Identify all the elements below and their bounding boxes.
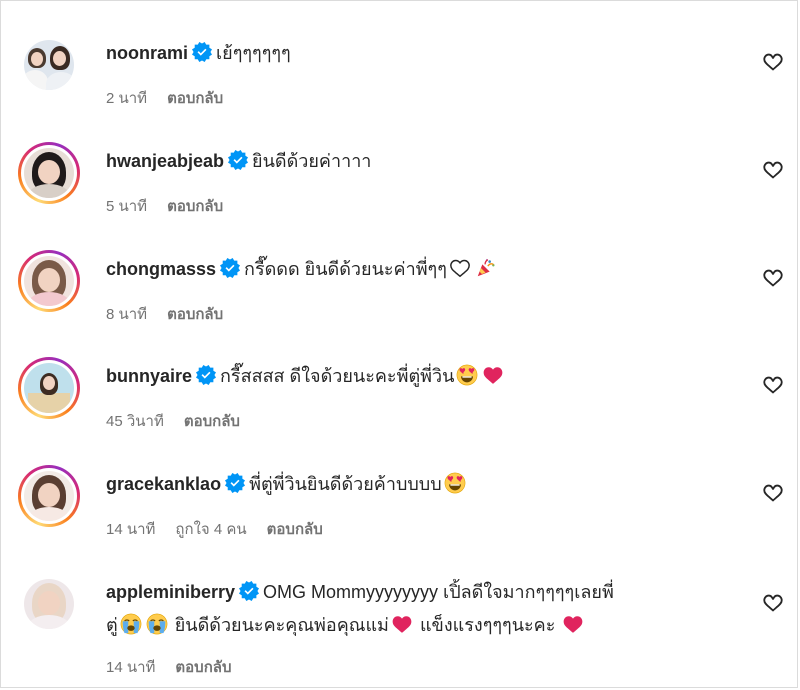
reply-button[interactable]: ตอบกลับ <box>175 659 231 676</box>
red-heart-icon <box>482 364 504 386</box>
comment-time[interactable]: 8 นาที <box>106 306 147 323</box>
avatar[interactable] <box>18 142 80 204</box>
avatar-image <box>24 579 74 629</box>
comment-text: แข็งแรงๆๆๆนะคะ <box>419 615 556 635</box>
avatar[interactable] <box>18 250 80 312</box>
comment-time[interactable]: 14 นาที <box>106 521 155 538</box>
username[interactable]: bunnyaire <box>106 366 192 386</box>
username[interactable]: chongmasss <box>106 259 216 279</box>
reply-button[interactable]: ตอบกลับ <box>167 198 223 215</box>
comment-meta: 45 วินาที ตอบกลับ <box>106 409 260 433</box>
heart-eyes-icon <box>444 472 466 494</box>
comment-time[interactable]: 2 นาที <box>106 90 147 107</box>
red-heart-icon <box>391 613 413 635</box>
username[interactable]: hwanjeabjeab <box>106 151 224 171</box>
comment-text-line: ตู่ ยินดีด้วยนะคะคุณพ่อคุณแม่ แข็งแรงๆๆๆ… <box>106 611 746 639</box>
avatar[interactable] <box>18 34 80 96</box>
comment-text: กรี๊ดดด ยินดีด้วยนะค่าพี่ๆๆ <box>244 259 447 279</box>
avatar-image <box>24 256 74 306</box>
verified-badge-icon <box>228 150 248 170</box>
comment-time[interactable]: 5 นาที <box>106 198 147 215</box>
verified-badge-icon <box>220 258 240 278</box>
comment-text: ตู่ <box>106 615 118 635</box>
crying-face-icon <box>146 613 168 635</box>
like-heart-icon[interactable] <box>762 592 784 614</box>
like-heart-icon[interactable] <box>762 482 784 504</box>
avatar-image <box>24 471 74 521</box>
username[interactable]: appleminiberry <box>106 582 235 602</box>
reply-button[interactable]: ตอบกลับ <box>167 306 223 323</box>
crying-face-icon <box>120 613 142 635</box>
comment-text: พี่ตู่พี่วินยินดีด้วยค้าบบบบ <box>249 474 442 494</box>
verified-badge-icon <box>225 473 245 493</box>
avatar-image <box>24 363 74 413</box>
red-heart-icon <box>562 613 584 635</box>
like-count[interactable]: ถูกใจ 4 คน <box>175 521 246 538</box>
comment-meta: 14 นาที ตอบกลับ <box>106 655 252 679</box>
like-heart-icon[interactable] <box>762 267 784 289</box>
reply-button[interactable]: ตอบกลับ <box>267 521 323 538</box>
avatar[interactable] <box>18 573 80 635</box>
comment-meta: 5 นาที ตอบกลับ <box>106 194 243 218</box>
comment-meta: 8 นาที ตอบกลับ <box>106 302 243 326</box>
heart-eyes-icon <box>456 364 478 386</box>
reply-button[interactable]: ตอบกลับ <box>167 90 223 107</box>
username[interactable]: gracekanklao <box>106 474 221 494</box>
like-heart-icon[interactable] <box>762 159 784 181</box>
comment-text-line: appleminiberry OMG Mommyyyyyyyy เปิ้ลดีใจ… <box>106 578 746 606</box>
comment-text: OMG Mommyyyyyyyy เปิ้ลดีใจมากๆๆๆๆเลยพี่ <box>263 582 614 602</box>
comment-text-line: chongmasss กรี๊ดดด ยินดีด้วยนะค่าพี่ๆๆ <box>106 255 746 283</box>
comment-text-line: noonrami เย้ๆๆๆๆๆๆ <box>106 39 746 67</box>
comment-text: เย้ๆๆๆๆๆๆ <box>216 43 291 63</box>
comment-text-line: bunnyaire กรี๊สสสส ดีใจด้วยนะคะพี่ตู่พี่ว… <box>106 362 746 390</box>
comment-text: ยินดีด้วยนะคะคุณพ่อคุณแม่ <box>174 615 389 635</box>
reply-button[interactable]: ตอบกลับ <box>184 413 240 430</box>
comment-time[interactable]: 45 วินาที <box>106 413 164 430</box>
verified-badge-icon <box>192 42 212 62</box>
avatar-image <box>24 40 74 90</box>
avatar[interactable] <box>18 357 80 419</box>
comment-text-line: hwanjeabjeab ยินดีด้วยค่าาาา <box>106 147 746 175</box>
comment-text-line: gracekanklao พี่ตู่พี่วินยินดีด้วยค้าบบบบ <box>106 470 746 498</box>
comment-text: ยินดีด้วยค่าาาา <box>252 151 372 171</box>
like-heart-icon[interactable] <box>762 374 784 396</box>
white-heart-icon <box>449 257 471 279</box>
comment-meta: 14 นาที ถูกใจ 4 คน ตอบกลับ <box>106 517 343 541</box>
comment-text: กรี๊สสสส ดีใจด้วยนะคะพี่ตู่พี่วิน <box>220 366 455 386</box>
avatar-image <box>24 148 74 198</box>
comment-meta: 2 นาที ตอบกลับ <box>106 86 243 110</box>
like-heart-icon[interactable] <box>762 51 784 73</box>
verified-badge-icon <box>239 581 259 601</box>
comment-time[interactable]: 14 นาที <box>106 659 155 676</box>
avatar[interactable] <box>18 465 80 527</box>
party-popper-icon <box>475 257 497 279</box>
username[interactable]: noonrami <box>106 43 188 63</box>
verified-badge-icon <box>196 365 216 385</box>
